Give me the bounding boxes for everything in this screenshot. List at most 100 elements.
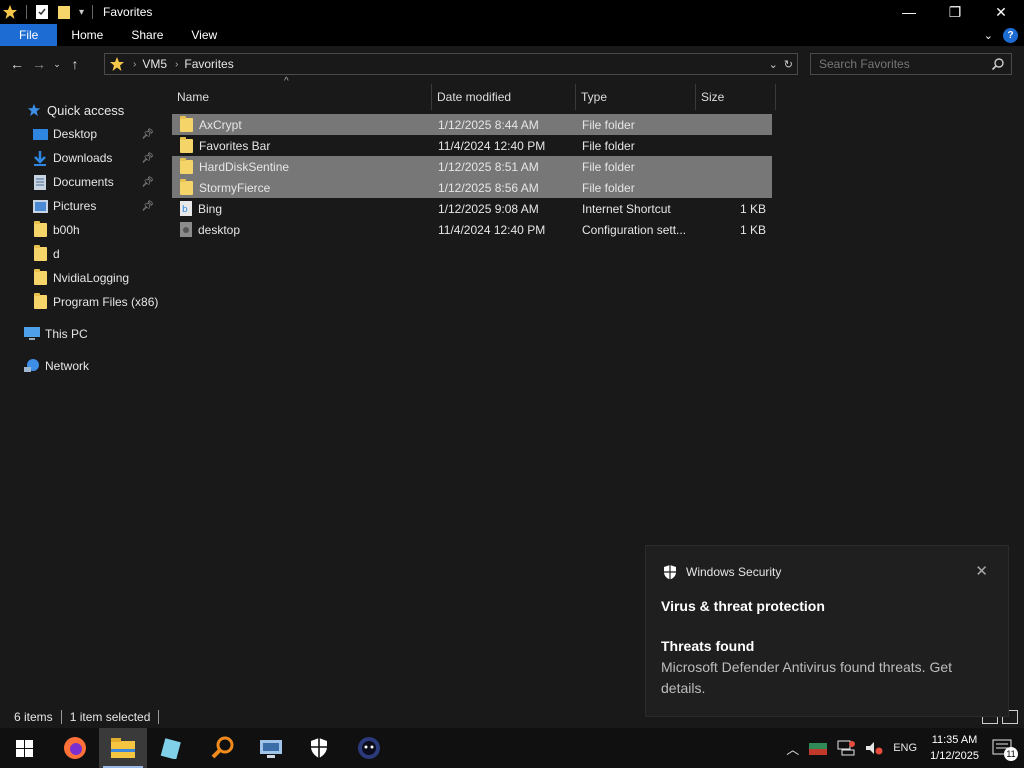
nav-item-downloads[interactable]: Downloads 📌︎ xyxy=(0,147,160,169)
file-name: Favorites Bar xyxy=(199,138,271,153)
file-type: File folder xyxy=(582,159,635,174)
file-explorer-icon xyxy=(111,738,135,758)
column-size[interactable]: Size xyxy=(696,84,776,110)
nav-label: Program Files (x86) xyxy=(53,295,159,309)
network-tray-icon[interactable] xyxy=(837,740,856,756)
nav-item-pictures[interactable]: Pictures 📌︎ xyxy=(0,195,160,217)
folder-icon xyxy=(32,245,48,262)
nav-item-desktop[interactable]: Desktop 📌︎ xyxy=(0,123,160,145)
taskbar-windows-security[interactable] xyxy=(295,728,343,768)
minimize-button[interactable]: — xyxy=(886,0,932,24)
recent-locations-icon[interactable]: ⌄ xyxy=(50,59,64,70)
breadcrumb-favorites[interactable]: Favorites xyxy=(184,57,233,71)
close-notification-icon[interactable]: ✕ xyxy=(975,562,988,580)
status-divider xyxy=(158,710,160,724)
downloads-icon xyxy=(32,150,48,166)
nav-item-b00h[interactable]: b00h xyxy=(0,219,160,241)
refresh-icon[interactable]: ↻ xyxy=(784,58,793,71)
search-input[interactable]: Search Favorites xyxy=(810,53,1012,75)
nav-label: Network xyxy=(45,359,90,373)
quick-access-star-icon xyxy=(26,102,42,118)
file-date: 1/12/2025 9:08 AM xyxy=(438,201,539,216)
title-bar: ▾ Favorites — ❐ ✕ xyxy=(0,0,1024,24)
start-icon xyxy=(15,739,33,757)
pin-icon: 📌︎ xyxy=(141,200,154,212)
notification-app-name: Windows Security xyxy=(686,565,782,579)
svg-text:b: b xyxy=(182,205,188,215)
column-name[interactable]: Name xyxy=(172,84,432,110)
quick-access-toolbar: ▾ xyxy=(0,0,94,24)
file-row-favorites-bar[interactable]: Favorites Bar 11/4/2024 12:40 PM File fo… xyxy=(172,135,772,156)
nav-label: b00h xyxy=(53,223,80,237)
address-dropdown-icon[interactable]: ⌄ xyxy=(769,58,778,71)
up-arrow-icon[interactable]: ↑ xyxy=(64,56,86,72)
toolbar-divider xyxy=(92,5,94,19)
nav-item-d[interactable]: d xyxy=(0,243,160,265)
file-date: 11/4/2024 12:40 PM xyxy=(438,222,546,237)
nav-quick-access[interactable]: Quick access xyxy=(0,99,160,121)
column-date-modified[interactable]: Date modified xyxy=(432,84,576,110)
tab-share[interactable]: Share xyxy=(117,24,177,46)
expand-ribbon-icon[interactable]: ⌄ xyxy=(984,29,993,42)
taskbar-file-explorer[interactable] xyxy=(99,728,147,768)
tab-file[interactable]: File xyxy=(0,24,58,46)
help-icon[interactable]: ? xyxy=(1003,27,1018,43)
file-row-desktop[interactable]: desktop 11/4/2024 12:40 PM Configuration… xyxy=(172,219,772,240)
file-row-harddisksentine[interactable]: HardDiskSentine 1/12/2025 8:51 AM File f… xyxy=(172,156,772,177)
clock-date: 1/12/2025 xyxy=(930,750,979,762)
config-file-icon xyxy=(180,222,192,237)
close-button[interactable]: ✕ xyxy=(978,0,1024,24)
properties-icon[interactable] xyxy=(35,4,49,20)
language-indicator[interactable]: ENG xyxy=(893,742,917,754)
taskbar-notepad[interactable] xyxy=(147,728,195,768)
nav-this-pc[interactable]: This PC xyxy=(0,323,160,345)
notepad-icon xyxy=(160,738,181,759)
pin-icon: 📌︎ xyxy=(141,152,154,164)
taskbar-search-app[interactable] xyxy=(199,728,247,768)
customize-toolbar-icon[interactable]: ▾ xyxy=(79,7,84,18)
file-row-stormyfierce[interactable]: StormyFierce 1/12/2025 8:56 AM File fold… xyxy=(172,177,772,198)
status-divider xyxy=(60,710,62,724)
taskbar-remote-desktop[interactable] xyxy=(247,728,295,768)
column-type[interactable]: Type xyxy=(576,84,696,110)
file-row-bing[interactable]: b Bing 1/12/2025 9:08 AM Internet Shortcu… xyxy=(172,198,772,219)
tray-app-icon[interactable] xyxy=(809,741,828,755)
file-type: File folder xyxy=(582,138,635,153)
selection-count: 1 item selected xyxy=(69,710,151,724)
nav-item-program-files-x86[interactable]: Program Files (x86) xyxy=(0,291,160,313)
show-hidden-icons-icon[interactable]: ︿ xyxy=(786,739,799,758)
new-folder-icon[interactable] xyxy=(57,4,71,20)
forward-arrow-icon[interactable]: → xyxy=(28,56,50,72)
nav-label: Desktop xyxy=(53,127,98,141)
taskbar-firefox[interactable] xyxy=(51,728,99,768)
clock[interactable]: 11:35 AM 1/12/2025 xyxy=(930,732,979,764)
file-row-axcrypt[interactable]: AxCrypt 1/12/2025 8:44 AM File folder xyxy=(172,114,772,135)
app-icon xyxy=(358,737,380,759)
file-type: Internet Shortcut xyxy=(582,201,671,216)
tab-home[interactable]: Home xyxy=(57,24,117,46)
system-tray: ︿ ENG 11:35 AM 1/12/2025 11 xyxy=(781,728,1024,768)
search-icon xyxy=(991,58,1004,71)
file-name: StormyFierce xyxy=(199,180,271,195)
nav-network[interactable]: Network xyxy=(0,355,160,377)
maximize-button[interactable]: ❐ xyxy=(932,0,978,24)
back-arrow-icon[interactable]: ← xyxy=(6,56,28,72)
start-button[interactable] xyxy=(0,728,48,768)
notification-heading: Virus & threat protection xyxy=(661,598,825,614)
clock-time: 11:35 AM xyxy=(931,734,978,746)
nav-item-documents[interactable]: Documents 📌︎ xyxy=(0,171,160,193)
address-bar[interactable]: › VM5 › Favorites ⌄ ↻ xyxy=(104,53,798,75)
folder-icon xyxy=(32,269,48,286)
breadcrumb-separator: › xyxy=(175,58,179,70)
tab-view[interactable]: View xyxy=(177,24,231,46)
security-notification[interactable]: Windows Security ✕ Virus & threat protec… xyxy=(645,545,1009,717)
taskbar-app[interactable] xyxy=(345,728,393,768)
window-title: Favorites xyxy=(103,5,153,19)
notification-center-icon[interactable]: 11 xyxy=(992,739,1018,761)
nav-item-nvidialogging[interactable]: NvidiaLogging xyxy=(0,267,160,289)
windows-security-icon xyxy=(311,738,327,758)
navigation-pane: Quick access Desktop 📌︎ Downloads 📌︎ Doc… xyxy=(0,80,160,706)
ribbon-tabs: File Home Share View ⌄ ? xyxy=(0,24,1024,46)
volume-muted-icon[interactable] xyxy=(865,740,883,756)
breadcrumb-vm5[interactable]: VM5 xyxy=(142,57,167,71)
